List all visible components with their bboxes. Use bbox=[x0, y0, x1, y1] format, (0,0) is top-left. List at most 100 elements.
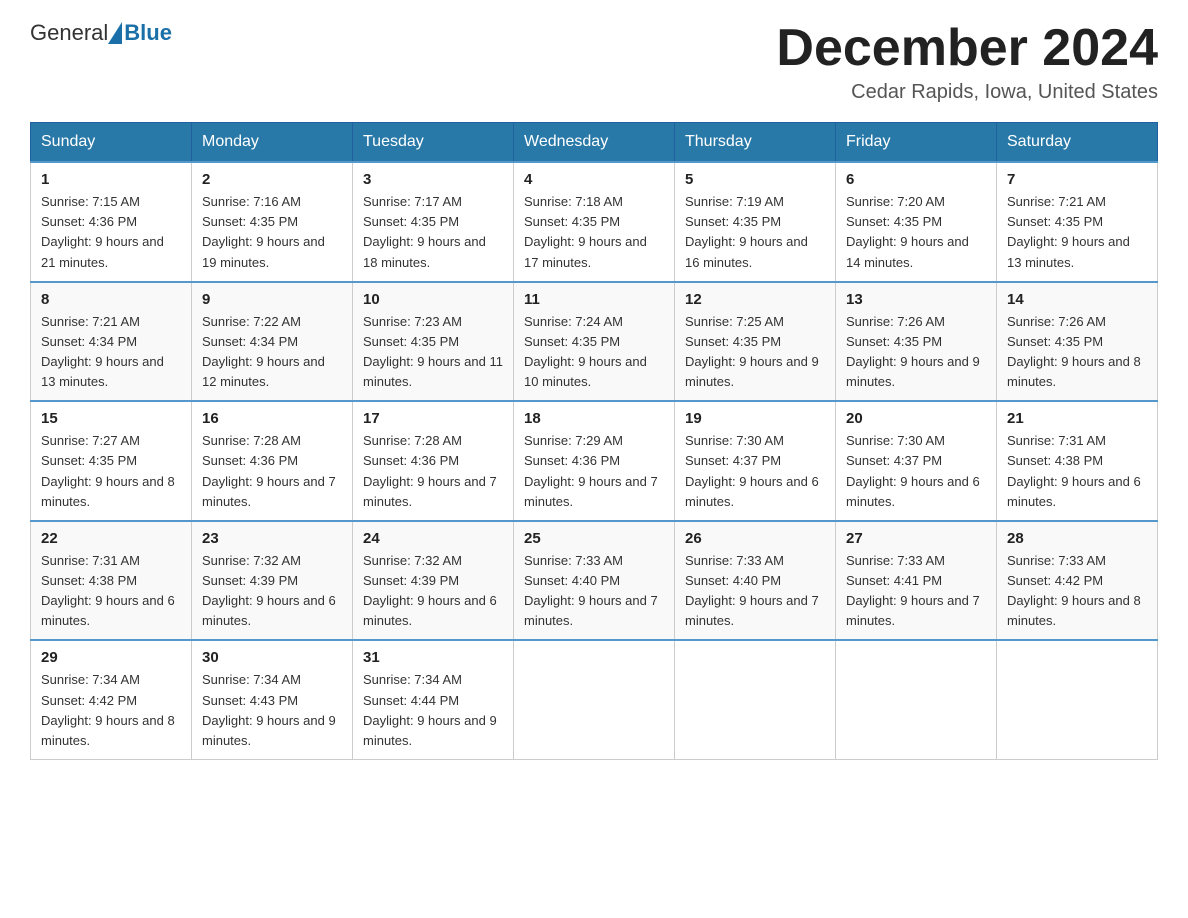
day-info: Sunrise: 7:33 AMSunset: 4:41 PMDaylight:… bbox=[846, 551, 986, 632]
day-number: 23 bbox=[202, 530, 342, 547]
calendar-cell: 8 Sunrise: 7:21 AMSunset: 4:34 PMDaylight… bbox=[31, 282, 192, 402]
day-number: 5 bbox=[685, 171, 825, 188]
header-wednesday: Wednesday bbox=[514, 123, 675, 163]
logo-blue-part: Blue bbox=[108, 20, 172, 46]
week-row-5: 29Sunrise: 7:34 AMSunset: 4:42 PMDayligh… bbox=[31, 640, 1158, 759]
calendar-cell: 17 Sunrise: 7:28 AMSunset: 4:36 PMDayligh… bbox=[353, 401, 514, 521]
day-number: 14 bbox=[1007, 291, 1147, 308]
weekday-header-row: Sunday Monday Tuesday Wednesday Thursday… bbox=[31, 123, 1158, 163]
day-info: Sunrise: 7:33 AMSunset: 4:40 PMDaylight:… bbox=[524, 551, 664, 632]
day-number: 31 bbox=[363, 649, 503, 666]
calendar-cell: 4 Sunrise: 7:18 AMSunset: 4:35 PMDaylight… bbox=[514, 162, 675, 282]
week-row-1: 1 Sunrise: 7:15 AMSunset: 4:36 PMDaylight… bbox=[31, 162, 1158, 282]
day-info: Sunrise: 7:26 AMSunset: 4:35 PMDaylight:… bbox=[1007, 312, 1147, 393]
day-number: 19 bbox=[685, 410, 825, 427]
calendar-cell: 28Sunrise: 7:33 AMSunset: 4:42 PMDayligh… bbox=[997, 521, 1158, 641]
day-info: Sunrise: 7:23 AMSunset: 4:35 PMDaylight:… bbox=[363, 312, 503, 393]
day-info: Sunrise: 7:30 AMSunset: 4:37 PMDaylight:… bbox=[846, 431, 986, 512]
page-header: General Blue December 2024 Cedar Rapids,… bbox=[30, 20, 1158, 104]
day-info: Sunrise: 7:34 AMSunset: 4:43 PMDaylight:… bbox=[202, 670, 342, 751]
day-info: Sunrise: 7:31 AMSunset: 4:38 PMDaylight:… bbox=[1007, 431, 1147, 512]
calendar-cell: 21 Sunrise: 7:31 AMSunset: 4:38 PMDayligh… bbox=[997, 401, 1158, 521]
week-row-2: 8 Sunrise: 7:21 AMSunset: 4:34 PMDaylight… bbox=[31, 282, 1158, 402]
day-number: 17 bbox=[363, 410, 503, 427]
day-info: Sunrise: 7:34 AMSunset: 4:42 PMDaylight:… bbox=[41, 670, 181, 751]
calendar-cell: 22 Sunrise: 7:31 AMSunset: 4:38 PMDayligh… bbox=[31, 521, 192, 641]
day-number: 12 bbox=[685, 291, 825, 308]
day-number: 30 bbox=[202, 649, 342, 666]
calendar-cell: 12 Sunrise: 7:25 AMSunset: 4:35 PMDayligh… bbox=[675, 282, 836, 402]
calendar-cell: 5 Sunrise: 7:19 AMSunset: 4:35 PMDaylight… bbox=[675, 162, 836, 282]
header-saturday: Saturday bbox=[997, 123, 1158, 163]
day-info: Sunrise: 7:33 AMSunset: 4:40 PMDaylight:… bbox=[685, 551, 825, 632]
calendar-cell: 1 Sunrise: 7:15 AMSunset: 4:36 PMDaylight… bbox=[31, 162, 192, 282]
calendar-cell: 11Sunrise: 7:24 AMSunset: 4:35 PMDayligh… bbox=[514, 282, 675, 402]
day-info: Sunrise: 7:25 AMSunset: 4:35 PMDaylight:… bbox=[685, 312, 825, 393]
day-info: Sunrise: 7:20 AMSunset: 4:35 PMDaylight:… bbox=[846, 192, 986, 273]
calendar-cell: 15Sunrise: 7:27 AMSunset: 4:35 PMDayligh… bbox=[31, 401, 192, 521]
day-number: 7 bbox=[1007, 171, 1147, 188]
day-number: 21 bbox=[1007, 410, 1147, 427]
calendar-cell bbox=[675, 640, 836, 759]
title-area: December 2024 Cedar Rapids, Iowa, United… bbox=[776, 20, 1158, 104]
day-info: Sunrise: 7:15 AMSunset: 4:36 PMDaylight:… bbox=[41, 192, 181, 273]
logo-general-text: General bbox=[30, 20, 108, 46]
day-number: 18 bbox=[524, 410, 664, 427]
day-info: Sunrise: 7:31 AMSunset: 4:38 PMDaylight:… bbox=[41, 551, 181, 632]
day-info: Sunrise: 7:16 AMSunset: 4:35 PMDaylight:… bbox=[202, 192, 342, 273]
day-number: 28 bbox=[1007, 530, 1147, 547]
day-info: Sunrise: 7:19 AMSunset: 4:35 PMDaylight:… bbox=[685, 192, 825, 273]
calendar-cell: 27 Sunrise: 7:33 AMSunset: 4:41 PMDayligh… bbox=[836, 521, 997, 641]
calendar-cell: 10Sunrise: 7:23 AMSunset: 4:35 PMDayligh… bbox=[353, 282, 514, 402]
day-info: Sunrise: 7:26 AMSunset: 4:35 PMDaylight:… bbox=[846, 312, 986, 393]
calendar-cell: 9Sunrise: 7:22 AMSunset: 4:34 PMDaylight… bbox=[192, 282, 353, 402]
calendar-cell: 26 Sunrise: 7:33 AMSunset: 4:40 PMDayligh… bbox=[675, 521, 836, 641]
day-number: 24 bbox=[363, 530, 503, 547]
calendar-cell: 24 Sunrise: 7:32 AMSunset: 4:39 PMDayligh… bbox=[353, 521, 514, 641]
calendar-cell: 29Sunrise: 7:34 AMSunset: 4:42 PMDayligh… bbox=[31, 640, 192, 759]
calendar-cell: 7Sunrise: 7:21 AMSunset: 4:35 PMDaylight… bbox=[997, 162, 1158, 282]
day-number: 26 bbox=[685, 530, 825, 547]
calendar-cell: 23 Sunrise: 7:32 AMSunset: 4:39 PMDayligh… bbox=[192, 521, 353, 641]
day-info: Sunrise: 7:32 AMSunset: 4:39 PMDaylight:… bbox=[202, 551, 342, 632]
header-thursday: Thursday bbox=[675, 123, 836, 163]
calendar-cell: 3Sunrise: 7:17 AMSunset: 4:35 PMDaylight… bbox=[353, 162, 514, 282]
day-info: Sunrise: 7:18 AMSunset: 4:35 PMDaylight:… bbox=[524, 192, 664, 273]
calendar-cell: 30 Sunrise: 7:34 AMSunset: 4:43 PMDayligh… bbox=[192, 640, 353, 759]
calendar-table: Sunday Monday Tuesday Wednesday Thursday… bbox=[30, 122, 1158, 760]
day-number: 3 bbox=[363, 171, 503, 188]
day-number: 25 bbox=[524, 530, 664, 547]
day-number: 11 bbox=[524, 291, 664, 308]
calendar-cell bbox=[514, 640, 675, 759]
day-info: Sunrise: 7:28 AMSunset: 4:36 PMDaylight:… bbox=[363, 431, 503, 512]
day-number: 22 bbox=[41, 530, 181, 547]
calendar-cell: 2 Sunrise: 7:16 AMSunset: 4:35 PMDaylight… bbox=[192, 162, 353, 282]
week-row-4: 22 Sunrise: 7:31 AMSunset: 4:38 PMDayligh… bbox=[31, 521, 1158, 641]
day-number: 20 bbox=[846, 410, 986, 427]
day-info: Sunrise: 7:30 AMSunset: 4:37 PMDaylight:… bbox=[685, 431, 825, 512]
logo-triangle-icon bbox=[108, 22, 122, 44]
calendar-cell: 20 Sunrise: 7:30 AMSunset: 4:37 PMDayligh… bbox=[836, 401, 997, 521]
day-info: Sunrise: 7:21 AMSunset: 4:34 PMDaylight:… bbox=[41, 312, 181, 393]
header-friday: Friday bbox=[836, 123, 997, 163]
day-number: 4 bbox=[524, 171, 664, 188]
day-info: Sunrise: 7:32 AMSunset: 4:39 PMDaylight:… bbox=[363, 551, 503, 632]
calendar-cell: 19 Sunrise: 7:30 AMSunset: 4:37 PMDayligh… bbox=[675, 401, 836, 521]
header-sunday: Sunday bbox=[31, 123, 192, 163]
day-number: 27 bbox=[846, 530, 986, 547]
day-number: 9 bbox=[202, 291, 342, 308]
calendar-cell bbox=[836, 640, 997, 759]
calendar-cell: 6 Sunrise: 7:20 AMSunset: 4:35 PMDaylight… bbox=[836, 162, 997, 282]
day-number: 1 bbox=[41, 171, 181, 188]
header-monday: Monday bbox=[192, 123, 353, 163]
week-row-3: 15Sunrise: 7:27 AMSunset: 4:35 PMDayligh… bbox=[31, 401, 1158, 521]
day-number: 13 bbox=[846, 291, 986, 308]
day-number: 2 bbox=[202, 171, 342, 188]
logo: General Blue bbox=[30, 20, 172, 46]
day-number: 6 bbox=[846, 171, 986, 188]
calendar-cell: 25 Sunrise: 7:33 AMSunset: 4:40 PMDayligh… bbox=[514, 521, 675, 641]
day-info: Sunrise: 7:34 AMSunset: 4:44 PMDaylight:… bbox=[363, 670, 503, 751]
day-number: 15 bbox=[41, 410, 181, 427]
day-number: 8 bbox=[41, 291, 181, 308]
calendar-cell: 13 Sunrise: 7:26 AMSunset: 4:35 PMDayligh… bbox=[836, 282, 997, 402]
